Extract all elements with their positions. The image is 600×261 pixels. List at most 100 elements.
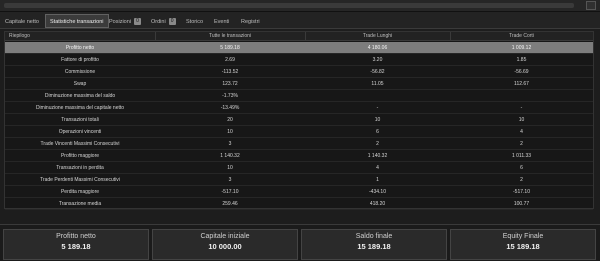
- row-value: 1.85: [516, 57, 527, 63]
- table-row[interactable]: Diminuzione massima del saldo -1.73%: [5, 90, 593, 102]
- row-value: 4: [520, 129, 523, 135]
- row-label: Fattore di profitto: [61, 57, 99, 63]
- row-label: Transazione media: [58, 201, 102, 207]
- row-value: -13.49%: [220, 105, 240, 111]
- tab-posizioni[interactable]: Posizioni 0: [104, 14, 146, 28]
- table-row[interactable]: Perdita maggiore -517.10 -434.10 -517.10: [5, 186, 593, 198]
- tab-capitale-netto[interactable]: Capitale netto: [0, 14, 44, 28]
- row-value: -: [520, 105, 523, 111]
- summary-value: 15 189.18: [506, 242, 540, 251]
- summary-label: Equity Finale: [502, 233, 544, 240]
- row-value: 1 140.32: [367, 153, 388, 159]
- row-value: 4: [376, 165, 379, 171]
- row-value: 3: [228, 177, 232, 183]
- row-value: 1 011.33: [511, 153, 532, 159]
- row-value: 10: [374, 117, 381, 123]
- column-header-lunghi[interactable]: Trade Lunghi: [305, 32, 450, 41]
- row-value: 2: [520, 177, 523, 183]
- summary-card-equity-finale: Equity Finale 15 189.18: [450, 229, 596, 260]
- row-label: Transazioni totali: [61, 117, 99, 123]
- summary-card-profitto-netto: Profitto netto 5 189.18: [3, 229, 149, 260]
- row-value: 2: [520, 141, 523, 147]
- row-label: Swap: [73, 81, 87, 87]
- row-value: 11.05: [371, 81, 384, 87]
- row-value: 6: [520, 165, 523, 171]
- table-header: Riepilogo Tutte le transazioni Trade Lun…: [5, 32, 593, 41]
- row-label: Profitto maggiore: [60, 153, 100, 159]
- row-value: -517.10: [221, 189, 239, 195]
- row-value: 20: [227, 117, 233, 123]
- row-value: 100.77: [513, 201, 530, 207]
- table-row[interactable]: Transazioni in perdita 10 4 6: [5, 162, 593, 174]
- tab-bar: Capitale netto Statistiche transazioni P…: [0, 12, 600, 29]
- row-value: -434.10: [369, 189, 386, 195]
- scrollbar-track[interactable]: [4, 3, 574, 8]
- row-value: 6: [376, 129, 379, 135]
- table-row[interactable]: Fattore di profitto 2.69 3.20 1.85: [5, 54, 593, 66]
- summary-label: Profitto netto: [56, 233, 96, 240]
- row-label: Diminuzione massima del capitale netto: [35, 105, 125, 111]
- column-header-corti[interactable]: Trade Corti: [450, 32, 593, 41]
- column-divider[interactable]: [305, 32, 306, 41]
- posizioni-count-badge: 0: [134, 18, 142, 26]
- summary-card-saldo-finale: Saldo finale 15 189.18: [301, 229, 447, 260]
- summary-card-capitale-iniziale: Capitale iniziale 10 000.00: [152, 229, 298, 260]
- tab-eventi[interactable]: Eventi: [209, 14, 234, 28]
- table-row[interactable]: Profitto maggiore 1 140.32 1 140.32 1 011.3…: [5, 150, 593, 162]
- row-value: -56.69: [514, 69, 529, 75]
- row-value: -1.73%: [222, 93, 238, 99]
- tab-ordini[interactable]: Ordini 0: [146, 14, 181, 28]
- table-row[interactable]: Diminuzione massima del capitale netto -1…: [5, 102, 593, 114]
- row-value: 10: [518, 117, 525, 123]
- table-row[interactable]: Operazioni vincenti 10 6 4: [5, 126, 593, 138]
- row-value: 112.67: [514, 81, 529, 87]
- row-value: 259.46: [222, 201, 238, 207]
- close-icon[interactable]: [586, 1, 596, 10]
- top-scrollbar[interactable]: [0, 0, 600, 12]
- row-value: 3: [228, 141, 232, 147]
- tab-registri[interactable]: Registri: [236, 14, 265, 28]
- row-value: [450, 90, 593, 102]
- column-header-riepilogo[interactable]: Riepilogo: [5, 32, 155, 41]
- row-value: -56.82: [370, 69, 385, 75]
- row-value: 4 180.06: [367, 45, 388, 51]
- row-value: -: [376, 105, 379, 111]
- table-row[interactable]: Transazione media 259.46 418.20 100.77: [5, 198, 593, 210]
- row-label: Trade Perdenti Massimi Consecutivi: [40, 177, 120, 183]
- row-value: -113.52: [221, 69, 239, 75]
- row-label: Commissione: [64, 69, 96, 75]
- row-value: 418.20: [369, 201, 386, 207]
- row-value: [305, 90, 450, 102]
- summary-value: 10 000.00: [208, 242, 242, 251]
- tab-storico[interactable]: Storico: [181, 14, 208, 28]
- column-header-tutte[interactable]: Tutte le transazioni: [155, 32, 305, 41]
- row-value: 1: [376, 177, 379, 183]
- column-divider[interactable]: [450, 32, 451, 41]
- table-row[interactable]: Trade Vincenti Massimi Consecutivi 3 2 2: [5, 138, 593, 150]
- summary-value: 5 189.18: [61, 242, 91, 251]
- row-value: -517.10: [513, 189, 530, 195]
- table-row[interactable]: Profitto netto 5 189.18 4 180.06 1 009.12: [5, 42, 593, 54]
- row-value: 10: [227, 129, 233, 135]
- summary-value: 15 189.18: [357, 242, 391, 251]
- summary-bar: Profitto netto 5 189.18 Capitale inizial…: [0, 224, 600, 261]
- row-value: 5 189.18: [220, 45, 240, 51]
- table-row[interactable]: Swap 123.72 11.05 112.67: [5, 78, 593, 90]
- row-value: 123.72: [222, 81, 238, 87]
- tab-statistiche-transazioni[interactable]: Statistiche transazioni: [45, 14, 109, 28]
- row-value: 3.20: [372, 57, 383, 63]
- row-label: Profitto netto: [65, 45, 95, 51]
- row-label: Operazioni vincenti: [58, 129, 102, 135]
- row-value: 1 140.32: [220, 153, 240, 159]
- column-divider[interactable]: [155, 32, 156, 41]
- row-value: 2.69: [225, 57, 235, 63]
- row-value: 10: [227, 165, 233, 171]
- table-row[interactable]: Commissione -113.52 -56.82 -56.69: [5, 66, 593, 78]
- row-value: 2: [376, 141, 379, 147]
- ordini-count-badge: 0: [168, 18, 176, 26]
- table-row[interactable]: Transazioni totali 20 10 10: [5, 114, 593, 126]
- summary-label: Capitale iniziale: [200, 233, 250, 240]
- row-label: Trade Vincenti Massimi Consecutivi: [40, 141, 120, 147]
- table-row[interactable]: Trade Perdenti Massimi Consecutivi 3 1 2: [5, 174, 593, 186]
- row-label: Diminuzione massima del saldo: [44, 93, 116, 99]
